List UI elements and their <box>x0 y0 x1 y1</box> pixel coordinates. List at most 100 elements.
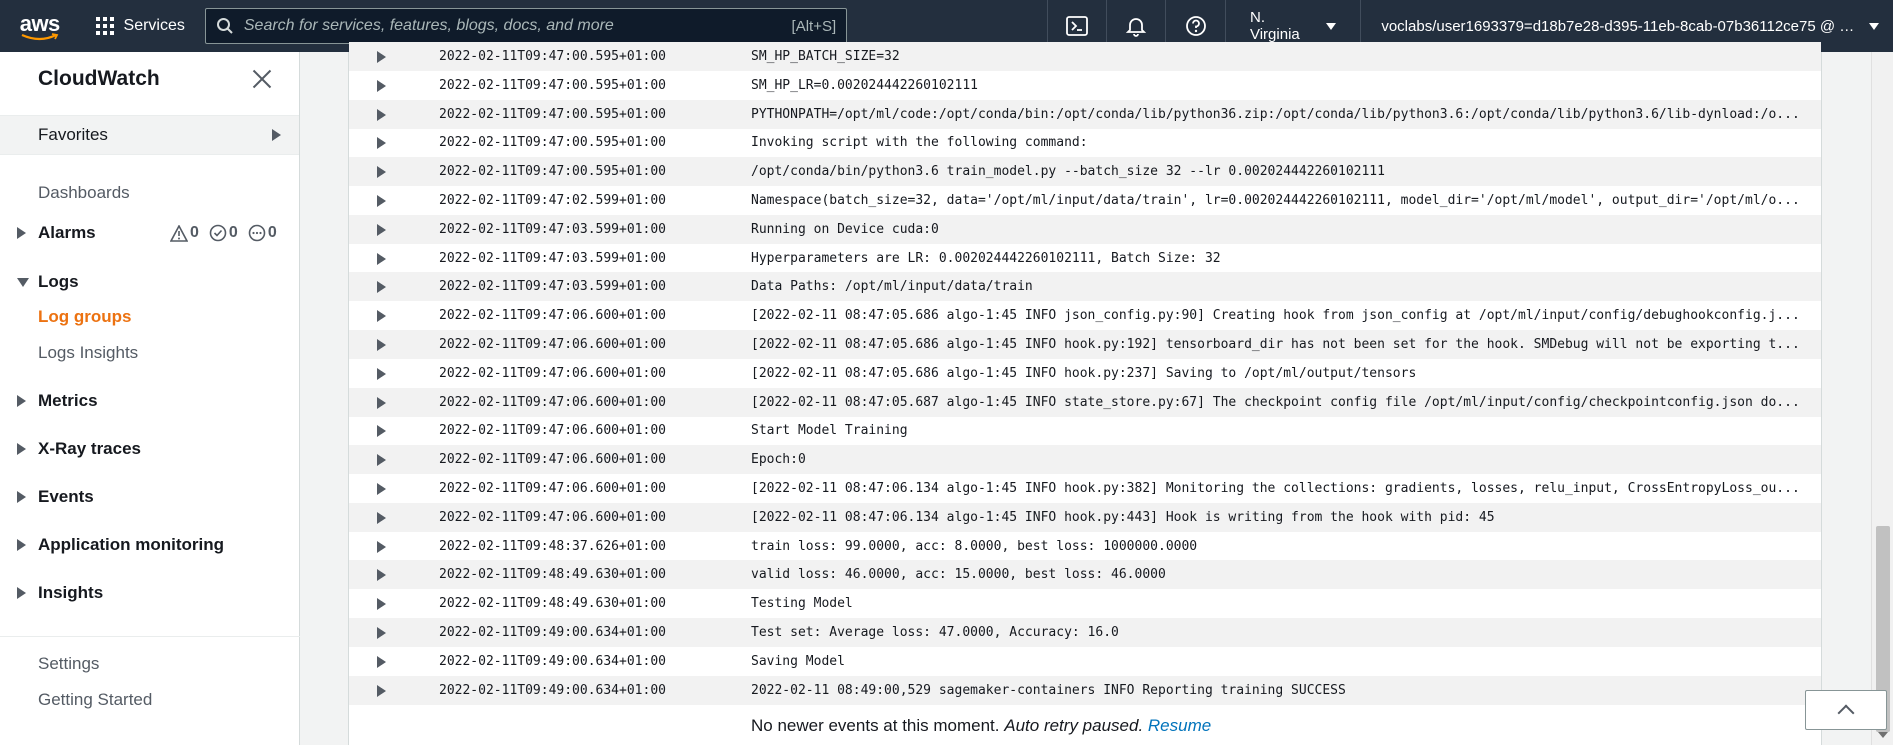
log-groups-label: Log groups <box>38 307 132 326</box>
sidebar-item-dashboards[interactable]: Dashboards <box>0 178 300 208</box>
chevron-down-icon <box>1326 22 1337 30</box>
sidebar-item-log-groups[interactable]: Log groups <box>0 302 300 332</box>
aws-smile-icon <box>21 33 59 41</box>
sidebar-item-xray-traces[interactable]: X-Ray traces <box>0 433 300 465</box>
caret-right-icon <box>17 395 26 407</box>
expand-row-icon[interactable] <box>377 684 386 697</box>
aws-logo[interactable]: aws <box>0 0 80 52</box>
log-event-timestamp: 2022-02-11T09:47:03.599+01:00 <box>439 221 666 237</box>
log-event-message: [2022-02-11 08:47:05.687 algo-1:45 INFO … <box>751 394 1800 410</box>
sidebar-item-metrics[interactable]: Metrics <box>0 385 300 417</box>
log-event-message: Epoch:0 <box>751 452 806 468</box>
log-event-row[interactable]: 2022-02-11T09:47:00.595+01:00 SM_HP_LR=0.… <box>349 71 1821 100</box>
caret-right-icon <box>17 227 26 239</box>
sidebar-item-getting-started[interactable]: Getting Started <box>0 685 300 715</box>
expand-row-icon[interactable] <box>377 483 386 495</box>
log-event-timestamp: 2022-02-11T09:49:00.634+01:00 <box>439 682 666 698</box>
sidebar-item-events[interactable]: Events <box>0 481 300 513</box>
sidebar-item-logs-insights[interactable]: Logs Insights <box>0 338 300 368</box>
log-event-row[interactable]: 2022-02-11T09:47:06.600+01:00 [2022-02-11… <box>349 359 1821 388</box>
services-menu-button[interactable]: Services <box>80 0 199 52</box>
expand-row-icon[interactable] <box>377 310 386 323</box>
expand-row-icon[interactable] <box>377 569 386 582</box>
log-event-row[interactable]: 2022-02-11T09:47:00.595+01:00 PYTHONPATH=… <box>349 99 1821 129</box>
expand-row-icon[interactable] <box>377 51 386 63</box>
expand-row-icon[interactable] <box>377 511 386 524</box>
log-event-row[interactable]: 2022-02-11T09:47:06.600+01:00 [2022-02-11… <box>349 330 1821 359</box>
log-event-row[interactable]: 2022-02-11T09:49:00.634+01:00 Saving Mode… <box>349 647 1821 676</box>
log-event-row[interactable]: 2022-02-11T09:47:06.600+01:00 [2022-02-11… <box>349 502 1821 532</box>
log-event-message: Test set: Average loss: 47.0000, Accurac… <box>751 625 1119 640</box>
log-event-row[interactable]: 2022-02-11T09:47:06.600+01:00 Start Model… <box>349 416 1821 445</box>
search-placeholder: Search for services, features, blogs, do… <box>243 17 614 34</box>
scroll-down-arrow-icon[interactable] <box>1878 732 1888 738</box>
log-event-row[interactable]: 2022-02-11T09:48:49.630+01:00 valid loss:… <box>349 560 1821 590</box>
log-event-row[interactable]: 2022-02-11T09:47:06.600+01:00 Epoch:0 <box>349 445 1821 475</box>
log-event-row[interactable]: 2022-02-11T09:47:00.595+01:00 Invoking sc… <box>349 128 1821 157</box>
sidebar-item-settings[interactable]: Settings <box>0 649 300 679</box>
sidebar-item-insights[interactable]: Insights <box>0 577 300 609</box>
close-icon[interactable] <box>251 68 273 90</box>
log-event-message: 2022-02-11 08:49:00,529 sagemaker-contai… <box>751 682 1346 698</box>
log-event-message: Start Model Training <box>751 423 908 439</box>
log-event-row[interactable]: 2022-02-11T09:48:49.630+01:00 Testing Mod… <box>349 589 1821 618</box>
scroll-to-top-button[interactable] <box>1805 690 1887 730</box>
expand-row-icon[interactable] <box>377 79 386 92</box>
log-event-row[interactable]: 2022-02-11T09:47:03.599+01:00 Data Paths:… <box>349 272 1821 302</box>
expand-row-icon[interactable] <box>377 281 386 294</box>
alarm-count: 0 <box>190 224 199 241</box>
log-event-row[interactable]: 2022-02-11T09:47:03.599+01:00 Hyperparame… <box>349 244 1821 273</box>
expand-row-icon[interactable] <box>377 108 386 121</box>
sidebar-item-favorites[interactable]: Favorites <box>0 115 299 155</box>
expand-row-icon[interactable] <box>377 655 386 668</box>
sidebar-item-application-monitoring[interactable]: Application monitoring <box>0 529 300 561</box>
log-event-timestamp: 2022-02-11T09:47:06.600+01:00 <box>439 365 666 381</box>
caret-down-icon <box>17 277 29 287</box>
log-event-row[interactable]: 2022-02-11T09:47:06.600+01:00 [2022-02-11… <box>349 301 1821 330</box>
dashboards-label: Dashboards <box>38 183 130 202</box>
logs-label: Logs <box>38 272 79 291</box>
logs-insights-label: Logs Insights <box>38 343 139 362</box>
log-event-row[interactable]: 2022-02-11T09:47:06.600+01:00 [2022-02-11… <box>349 387 1821 417</box>
expand-row-icon[interactable] <box>377 252 386 265</box>
cloudshell-icon <box>1066 16 1088 36</box>
log-event-row[interactable]: 2022-02-11T09:47:03.599+01:00 Running on … <box>349 214 1821 244</box>
log-event-row[interactable]: 2022-02-11T09:47:00.595+01:00/opt/conda/… <box>349 157 1821 187</box>
log-event-row[interactable]: 2022-02-11T09:49:00.634+01:00 Test set: A… <box>349 618 1821 647</box>
expand-row-icon[interactable] <box>377 425 386 438</box>
expand-row-icon[interactable] <box>377 598 386 611</box>
log-event-message: Running on Device cuda:0 <box>751 221 939 237</box>
xray-label: X-Ray traces <box>38 439 142 458</box>
log-event-row[interactable]: 2022-02-11T09:47:06.600+01:00 [2022-02-11… <box>349 474 1821 503</box>
log-event-row[interactable]: 2022-02-11T09:48:37.626+01:00 train loss:… <box>349 532 1821 561</box>
log-events-footer: No newer events at this moment. Auto ret… <box>751 716 1211 736</box>
search-input[interactable]: Search for services, features, blogs, do… <box>204 8 848 44</box>
sidebar-item-alarms[interactable]: Alarms 0 0 0 <box>0 217 300 249</box>
log-event-message: [2022-02-11 08:47:06.134 algo-1:45 INFO … <box>751 481 1800 496</box>
account-menu[interactable]: voclabs/user1693379=d18b7e28-d395-11eb-8… <box>1361 18 1893 35</box>
log-event-row[interactable]: 2022-02-11T09:47:02.599+01:00 Namespace(b… <box>349 186 1821 215</box>
expand-row-icon[interactable] <box>377 223 386 236</box>
log-event-message: [2022-02-11 08:47:06.134 algo-1:45 INFO … <box>751 509 1495 525</box>
expand-row-icon[interactable] <box>377 137 386 150</box>
sidebar-item-logs[interactable]: Logs <box>0 266 300 298</box>
resume-link[interactable]: Resume <box>1148 716 1211 735</box>
expand-row-icon[interactable] <box>377 339 386 351</box>
expand-row-icon[interactable] <box>377 195 386 207</box>
log-event-timestamp: 2022-02-11T09:49:00.634+01:00 <box>439 653 666 669</box>
log-event-timestamp: 2022-02-11T09:47:00.595+01:00 <box>439 106 666 122</box>
expand-row-icon[interactable] <box>377 367 386 380</box>
expand-row-icon[interactable] <box>377 396 386 409</box>
log-event-message: train loss: 99.0000, acc: 8.0000, best l… <box>751 538 1198 554</box>
log-event-row[interactable]: 2022-02-11T09:47:00.595+01:00 SM_HP_BATCH… <box>349 42 1821 71</box>
page-scrollbar[interactable] <box>1871 52 1893 745</box>
log-event-row[interactable]: 2022-02-11T09:49:00.634+01:00 2022-02-11 … <box>349 675 1821 705</box>
log-event-message: Saving Model <box>751 653 845 669</box>
main-content: 2022-02-11T09:47:00.595+01:00 SM_HP_BATCH… <box>300 42 1893 745</box>
expand-row-icon[interactable] <box>377 454 386 467</box>
expand-row-icon[interactable] <box>377 540 386 553</box>
services-label: Services <box>123 17 185 34</box>
expand-row-icon[interactable] <box>377 166 386 179</box>
expand-row-icon[interactable] <box>377 627 386 639</box>
getting-started-label: Getting Started <box>38 690 153 709</box>
